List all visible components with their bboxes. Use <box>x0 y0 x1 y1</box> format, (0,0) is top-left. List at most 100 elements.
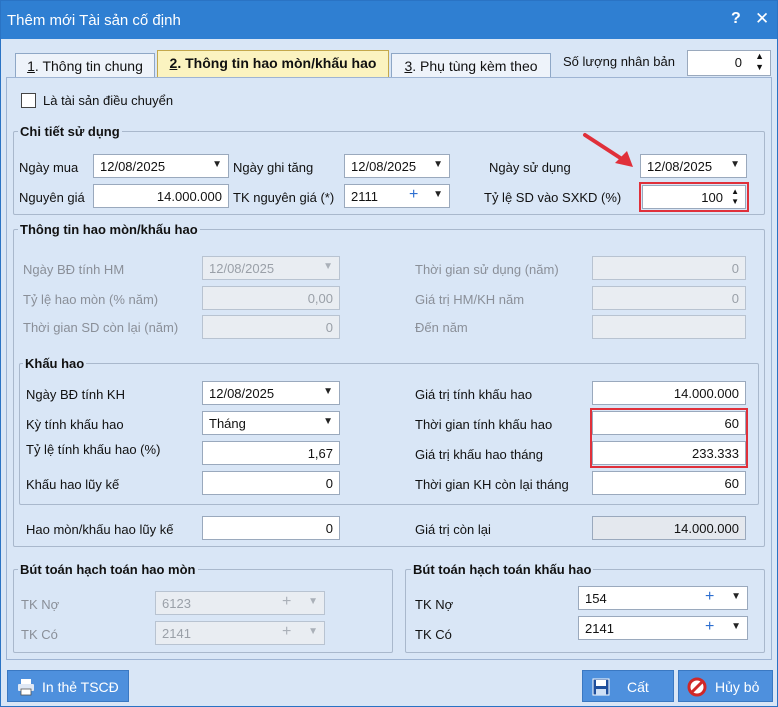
chevron-down-icon[interactable]: ▼ <box>433 189 443 200</box>
purchase-date-value: 12/08/2025 <box>100 159 166 174</box>
use-years-input: 0 <box>592 256 746 280</box>
print-card-label: In thẻ TSCĐ <box>42 679 119 695</box>
dep-debit-value: 154 <box>585 591 607 606</box>
dep-credit-combo[interactable]: 2141 + ▼ <box>578 616 748 640</box>
tab-depreciation-label: . Thông tin hao mòn/khấu hao <box>177 55 377 71</box>
kh-start-label: Ngày BĐ tính KH <box>26 387 125 402</box>
total-accumulated-label: Hao mòn/khấu hao lũy kế <box>26 522 174 537</box>
dialog-window: Thêm mới Tài sản cố định ? ✕ 1. Thông ti… <box>0 0 778 707</box>
tab-depreciation-info[interactable]: 2. Thông tin hao mòn/khấu hao <box>157 50 389 78</box>
transfer-checkbox[interactable] <box>21 93 36 108</box>
use-date-picker[interactable]: 12/08/2025 ▼ <box>640 154 747 178</box>
use-date-value: 12/08/2025 <box>647 159 713 174</box>
tab-general-num: 1 <box>27 58 35 74</box>
red-arrow-icon <box>583 133 633 167</box>
hm-start-picker: 12/08/2025 ▼ <box>202 256 340 280</box>
purchase-date-label: Ngày mua <box>19 160 79 175</box>
months-label: Thời gian tính khấu hao <box>415 417 553 432</box>
kh-value-label: Giá trị tính khấu hao <box>415 387 533 402</box>
copy-count-stepper[interactable]: 0 ▲ ▼ <box>687 50 771 76</box>
purchase-date-picker[interactable]: 12/08/2025 ▼ <box>93 154 229 178</box>
amortization-title: Khấu hao <box>23 356 87 371</box>
wear-debit-value: 6123 <box>162 596 191 611</box>
remaining-years-label: Thời gian SD còn lại (năm) <box>23 320 179 335</box>
tab-general-info[interactable]: 1. Thông tin chung <box>15 53 155 77</box>
dep-entries-group <box>405 569 765 653</box>
dep-entries-title: Bút toán hạch toán khấu hao <box>411 562 594 577</box>
hm-start-value: 12/08/2025 <box>209 261 275 276</box>
add-icon[interactable]: + <box>705 618 714 636</box>
highlight-months-monthly <box>590 408 748 468</box>
wear-debit-combo: 6123 + ▼ <box>155 591 325 615</box>
period-select[interactable]: Tháng ▼ <box>202 411 340 435</box>
wear-credit-combo: 2141 + ▼ <box>155 621 325 645</box>
close-icon[interactable]: ✕ <box>755 9 769 29</box>
hm-start-label: Ngày BĐ tính HM <box>23 262 125 277</box>
wear-credit-label: TK Có <box>21 627 58 642</box>
dep-debit-label: TK Nợ <box>415 597 454 612</box>
wear-credit-value: 2141 <box>162 626 191 641</box>
increase-date-picker[interactable]: 12/08/2025 ▼ <box>344 154 450 178</box>
cost-input[interactable]: 14.000.000 <box>93 184 229 208</box>
remaining-months-input[interactable]: 60 <box>592 471 746 495</box>
hm-rate-input: 0,00 <box>202 286 340 310</box>
hm-value-input: 0 <box>592 286 746 310</box>
chevron-down-icon[interactable]: ▼ <box>212 159 222 170</box>
dep-credit-value: 2141 <box>585 621 614 636</box>
period-value: Tháng <box>209 416 246 431</box>
tab-spare-parts[interactable]: 3. Phụ tùng kèm theo <box>391 53 551 77</box>
kh-start-picker[interactable]: 12/08/2025 ▼ <box>202 381 340 405</box>
highlight-business-ratio <box>639 182 749 212</box>
rate-input[interactable]: 1,67 <box>202 441 340 465</box>
print-card-button[interactable]: In thẻ TSCĐ <box>7 670 129 702</box>
tab-general-label: . Thông tin chung <box>34 58 143 74</box>
accumulated-label: Khấu hao lũy kế <box>26 477 120 492</box>
increase-date-label: Ngày ghi tăng <box>233 160 314 175</box>
save-button[interactable]: Cất <box>582 670 674 702</box>
save-label: Cất <box>627 679 649 695</box>
use-date-label: Ngày sử dụng <box>489 160 571 175</box>
add-icon: + <box>282 593 292 610</box>
help-icon[interactable]: ? <box>731 10 741 28</box>
period-label: Kỳ tính khấu hao <box>26 417 124 432</box>
depreciation-info-title: Thông tin hao mòn/khấu hao <box>18 222 200 237</box>
chevron-down-icon[interactable]: ▼ <box>730 159 740 170</box>
accumulated-input[interactable]: 0 <box>202 471 340 495</box>
chevron-down-icon[interactable]: ▼ <box>433 159 443 170</box>
wear-debit-label: TK Nợ <box>21 597 60 612</box>
cost-account-value: 2111 <box>351 189 378 204</box>
cancel-icon <box>687 677 707 697</box>
copy-count-value: 0 <box>734 55 742 70</box>
dep-debit-combo[interactable]: 154 + ▼ <box>578 586 748 610</box>
cost-label: Nguyên giá <box>19 190 85 205</box>
dep-credit-label: TK Có <box>415 627 452 642</box>
add-icon[interactable]: + <box>409 186 418 204</box>
stepper-arrows-icon[interactable]: ▲ ▼ <box>755 51 764 73</box>
residual-input: 14.000.000 <box>592 516 746 540</box>
kh-value-input[interactable]: 14.000.000 <box>592 381 746 405</box>
cancel-button[interactable]: Hủy bỏ <box>678 670 773 702</box>
usage-title: Chi tiết sử dụng <box>18 124 122 139</box>
chevron-down-icon[interactable]: ▼ <box>731 621 741 632</box>
chevron-down-icon[interactable]: ▼ <box>731 591 741 602</box>
transfer-label: Là tài sản điều chuyển <box>43 93 174 108</box>
wear-entries-title: Bút toán hạch toán hao mòn <box>18 562 198 577</box>
printer-icon <box>18 679 34 696</box>
title-bar: Thêm mới Tài sản cố định ? ✕ <box>1 1 777 39</box>
add-icon: + <box>282 623 292 640</box>
business-ratio-label: Tỷ lệ SD vào SXKD (%) <box>484 190 622 205</box>
window-title: Thêm mới Tài sản cố định <box>7 12 181 29</box>
chevron-down-icon[interactable]: ▼ <box>323 386 333 397</box>
chevron-down-icon: ▼ <box>308 626 318 637</box>
remaining-years-input: 0 <box>202 315 340 339</box>
chevron-down-icon: ▼ <box>308 596 318 607</box>
chevron-down-icon[interactable]: ▼ <box>323 416 333 427</box>
total-accumulated-input[interactable]: 0 <box>202 516 340 540</box>
tab-spare-parts-label: . Phụ tùng kèm theo <box>412 58 538 74</box>
to-year-label: Đến năm <box>415 320 468 335</box>
cost-account-combo[interactable]: 2111 + ▼ <box>344 184 450 208</box>
add-icon[interactable]: + <box>705 588 714 606</box>
floppy-disk-icon <box>592 678 610 696</box>
cancel-label: Hủy bỏ <box>715 679 760 695</box>
increase-date-value: 12/08/2025 <box>351 159 417 174</box>
